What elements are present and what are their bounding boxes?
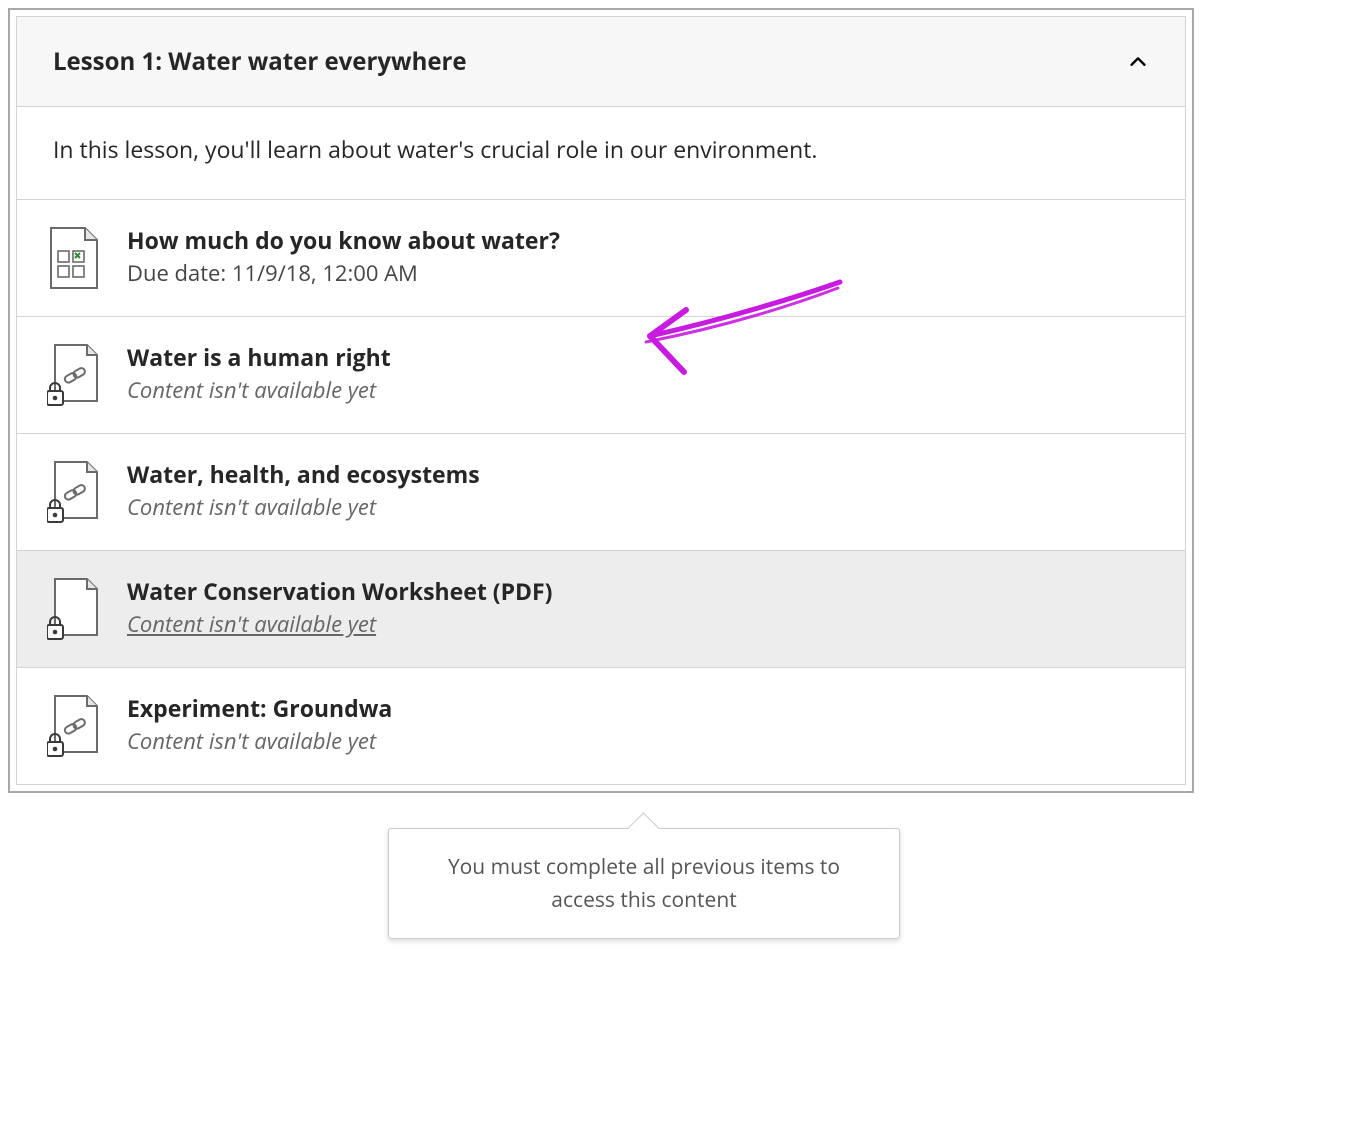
chevron-up-icon[interactable] <box>1127 51 1149 73</box>
item-subtitle: Content isn't available yet <box>127 726 1155 756</box>
lesson-item[interactable]: Water is a human right Content isn't ava… <box>17 317 1185 434</box>
item-title: Water, health, and ecosystems <box>127 458 1155 490</box>
item-title: Water Conservation Worksheet (PDF) <box>127 575 1155 607</box>
item-title: How much do you know about water? <box>127 224 1155 256</box>
lesson-header[interactable]: Lesson 1: Water water everywhere <box>17 17 1185 107</box>
locked-file-icon <box>47 575 99 641</box>
lesson-item[interactable]: Experiment: Groundwa Content isn't avail… <box>17 668 1185 784</box>
item-subtitle: Content isn't available yet <box>127 492 1155 522</box>
test-icon <box>47 224 99 290</box>
locked-tooltip: You must complete all previous items to … <box>388 828 900 939</box>
lesson-panel: Lesson 1: Water water everywhere In this… <box>16 16 1186 785</box>
locked-link-icon <box>47 458 99 524</box>
lesson-item[interactable]: Water Conservation Worksheet (PDF) Conte… <box>17 551 1185 668</box>
lesson-item[interactable]: Water, health, and ecosystems Content is… <box>17 434 1185 551</box>
item-subtitle: Content isn't available yet <box>127 375 1155 405</box>
lesson-item[interactable]: How much do you know about water? Due da… <box>17 200 1185 317</box>
item-title: Water is a human right <box>127 341 1155 373</box>
item-subtitle-link[interactable]: Content isn't available yet <box>127 609 1155 639</box>
locked-link-icon <box>47 692 99 758</box>
lesson-intro: In this lesson, you'll learn about water… <box>17 107 1185 200</box>
item-title: Experiment: Groundwa <box>127 692 1155 724</box>
item-subtitle: Due date: 11/9/18, 12:00 AM <box>127 258 1155 288</box>
lesson-title: Lesson 1: Water water everywhere <box>53 45 467 78</box>
locked-link-icon <box>47 341 99 407</box>
